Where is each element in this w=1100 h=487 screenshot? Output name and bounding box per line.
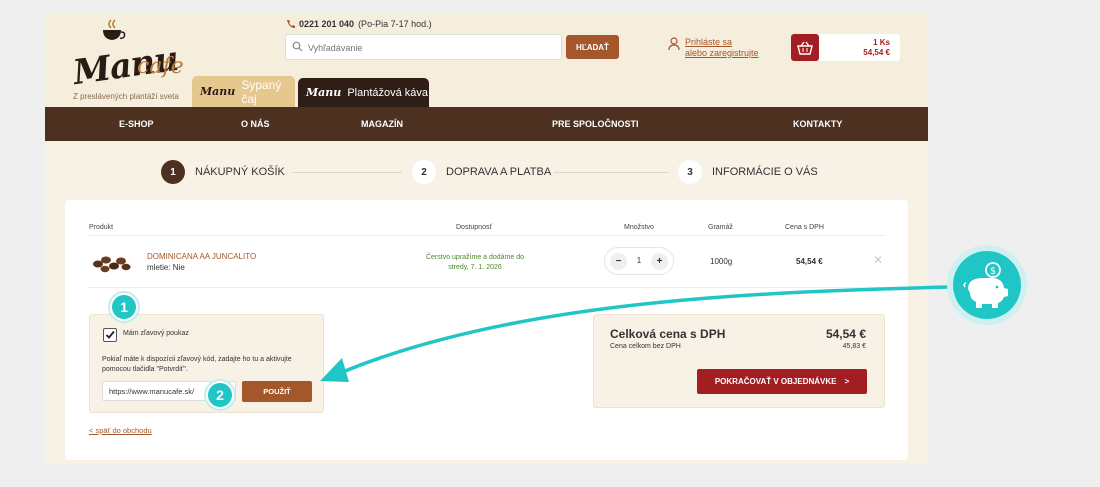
- nav-eshop[interactable]: E-SHOP: [119, 119, 154, 129]
- cart-card: Produkt Dostupnosť Množstvo Gramáž Cena …: [65, 200, 908, 460]
- piggy-bank-badge: $: [953, 251, 1021, 319]
- logo[interactable]: Manu cafe Z preslávených plantáží sveta: [71, 18, 191, 101]
- cart-price: 54,54 €: [863, 48, 890, 57]
- col-weight: Gramáž: [708, 224, 733, 231]
- col-product: Produkt: [89, 224, 114, 231]
- user-icon: [668, 37, 680, 51]
- step-divider: [292, 172, 402, 173]
- back-to-shop-link[interactable]: < späť do obchodu: [89, 426, 152, 435]
- phone-hours: (Po-Pia 7-17 hod.): [358, 19, 432, 29]
- search-icon: [292, 41, 303, 52]
- step-cart: 1 NÁKUPNÝ KOŠÍK: [161, 160, 285, 184]
- voucher-checkbox[interactable]: [103, 328, 117, 342]
- total-value: 54,54 €: [825, 327, 866, 341]
- total-label: Celková cena s DPH: [610, 327, 726, 341]
- cart-count: 1 Ks: [873, 38, 890, 47]
- tab-tea[interactable]: Manu Sypaný čaj: [192, 76, 295, 107]
- product-name[interactable]: DOMINICANA AA JUNCALITO: [147, 252, 256, 261]
- login-area: Prihláste sa alebo zaregistrujte: [668, 37, 759, 59]
- tab-coffee[interactable]: Manu Plantážová káva: [298, 78, 429, 107]
- product-weight: 1000g: [710, 257, 733, 266]
- voucher-instructions: Pokiaľ máte k dispozícii zľavový kód, za…: [102, 356, 292, 373]
- product-price: 54,54 €: [796, 257, 823, 266]
- product-availability: Čerstvo upražíme a dodáme do stredy, 7. …: [425, 254, 525, 271]
- main-nav: E-SHOP O NÁS MAGAZÍN PRE SPOLOČNOSTI KON…: [45, 107, 928, 141]
- total-net-value: 45,83 €: [842, 343, 866, 350]
- quantity-stepper: − 1 +: [604, 247, 674, 275]
- search-box: [285, 34, 562, 60]
- tab-tea-logo: Manu: [200, 85, 236, 98]
- continue-order-button[interactable]: POKRAČOVAŤ V OBJEDNÁVKE >: [697, 369, 867, 394]
- tab-tea-label: Sypaný čaj: [241, 77, 282, 106]
- apply-voucher-button[interactable]: POUŽIŤ: [242, 381, 312, 402]
- total-net-label: Cena celkom bez DPH: [610, 343, 681, 350]
- totals-box: Celková cena s DPH 54,54 € Cena celkom b…: [593, 314, 885, 408]
- nav-companies[interactable]: PRE SPOLOČNOSTI: [552, 119, 639, 129]
- cup-icon: [103, 19, 126, 40]
- chevron-right-icon: >: [844, 377, 850, 386]
- decrease-button[interactable]: −: [610, 253, 627, 270]
- step-label: NÁKUPNÝ KOŠÍK: [195, 166, 285, 178]
- login-link[interactable]: Prihláste sa: [685, 37, 759, 48]
- basket-icon: [797, 41, 813, 55]
- col-availability: Dostupnosť: [456, 224, 493, 231]
- nav-magazine[interactable]: MAGAZÍN: [361, 119, 403, 129]
- divider: [88, 287, 885, 288]
- tab-coffee-label: Plantážová káva: [347, 86, 429, 99]
- step-divider: [554, 172, 669, 173]
- nav-about[interactable]: O NÁS: [241, 119, 270, 129]
- step-label: INFORMÁCIE O VÁS: [712, 166, 818, 178]
- search-input[interactable]: [308, 39, 548, 57]
- continue-order-label: POKRAČOVAŤ V OBJEDNÁVKE: [714, 377, 837, 386]
- step-number: 3: [678, 160, 702, 184]
- register-link[interactable]: alebo zaregistrujte: [685, 48, 759, 59]
- logo-slogan: Z preslávených plantáží sveta: [73, 92, 179, 101]
- col-price: Cena s DPH: [785, 224, 824, 231]
- col-quantity: Množstvo: [624, 224, 654, 231]
- svg-text:$: $: [990, 266, 996, 277]
- annotation-badge-1: 1: [110, 293, 138, 321]
- increase-button[interactable]: +: [651, 253, 668, 270]
- header: Manu cafe Z preslávených plantáží sveta …: [45, 14, 928, 107]
- phone-number[interactable]: 0221 201 040: [299, 19, 354, 29]
- cart-icon-box: [791, 34, 819, 61]
- search-button[interactable]: HĽADAŤ: [566, 35, 619, 59]
- coffee-beans-image[interactable]: [90, 252, 132, 276]
- phone-icon: [287, 20, 295, 28]
- step-delivery: 2 DOPRAVA A PLATBA: [412, 160, 551, 184]
- nav-contacts[interactable]: KONTAKTY: [793, 119, 842, 129]
- checkout-steps: 1 NÁKUPNÝ KOŠÍK 2 DOPRAVA A PLATBA 3 INF…: [45, 141, 928, 201]
- checkmark-icon: [105, 330, 115, 339]
- remove-icon[interactable]: ✕: [873, 253, 883, 267]
- step-number: 1: [161, 160, 185, 184]
- annotation-badge-2: 2: [206, 381, 234, 409]
- logo-word-cafe: cafe: [137, 54, 184, 79]
- phone-info: 0221 201 040 (Po-Pia 7-17 hod.): [285, 19, 432, 29]
- step-info: 3 INFORMÁCIE O VÁS: [678, 160, 818, 184]
- cart-widget[interactable]: 1 Ks 54,54 €: [791, 34, 900, 61]
- voucher-checkbox-label: Mám zľavový poukaz: [123, 330, 189, 337]
- piggy-bank-icon: $: [963, 262, 1008, 308]
- step-number: 2: [412, 160, 436, 184]
- product-grind: mletie: Nie: [147, 263, 185, 272]
- tab-coffee-logo: Manu: [306, 86, 342, 99]
- step-label: DOPRAVA A PLATBA: [446, 166, 552, 178]
- site-page: Manu cafe Z preslávených plantáží sveta …: [45, 14, 928, 464]
- quantity-value[interactable]: 1: [632, 256, 646, 265]
- divider: [88, 235, 885, 236]
